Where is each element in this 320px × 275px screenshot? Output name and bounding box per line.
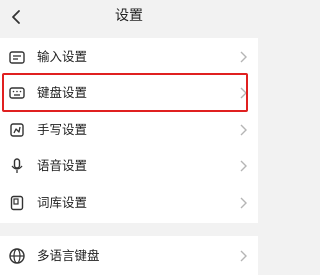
settings-item-label: 输入设置 (37, 49, 88, 64)
settings-item-dictionary[interactable]: 词库设置 (0, 184, 258, 221)
input-icon (8, 48, 26, 66)
chevron-right-icon (239, 123, 248, 137)
chevron-right-icon (239, 196, 248, 210)
settings-item-handwriting[interactable]: 手写设置 (0, 111, 258, 148)
settings-item-multilanguage[interactable]: 多语言键盘 (0, 237, 258, 274)
chevron-right-icon (239, 50, 248, 64)
settings-item-label: 语音设置 (37, 158, 88, 173)
dictionary-icon (8, 194, 26, 212)
settings-item-voice[interactable]: 语音设置 (0, 147, 258, 184)
settings-page: 设置 输入设置 键盘设置 手写设置 语音设置 词库设置 多语言键盘 (0, 0, 258, 275)
microphone-icon (8, 157, 26, 175)
page-title: 设置 (115, 8, 143, 24)
handwriting-icon (8, 121, 26, 139)
chevron-right-icon (239, 159, 248, 173)
settings-item-input[interactable]: 输入设置 (0, 38, 258, 75)
settings-item-label: 词库设置 (37, 195, 88, 210)
settings-list: 输入设置 键盘设置 手写设置 语音设置 词库设置 (0, 38, 258, 223)
globe-icon (8, 247, 26, 265)
settings-item-label: 多语言键盘 (37, 248, 100, 263)
top-bar: 设置 (0, 0, 258, 38)
highlight-box (2, 73, 248, 112)
settings-item-label: 手写设置 (37, 122, 88, 137)
chevron-right-icon (239, 249, 248, 263)
language-list: 多语言键盘 (0, 236, 258, 275)
